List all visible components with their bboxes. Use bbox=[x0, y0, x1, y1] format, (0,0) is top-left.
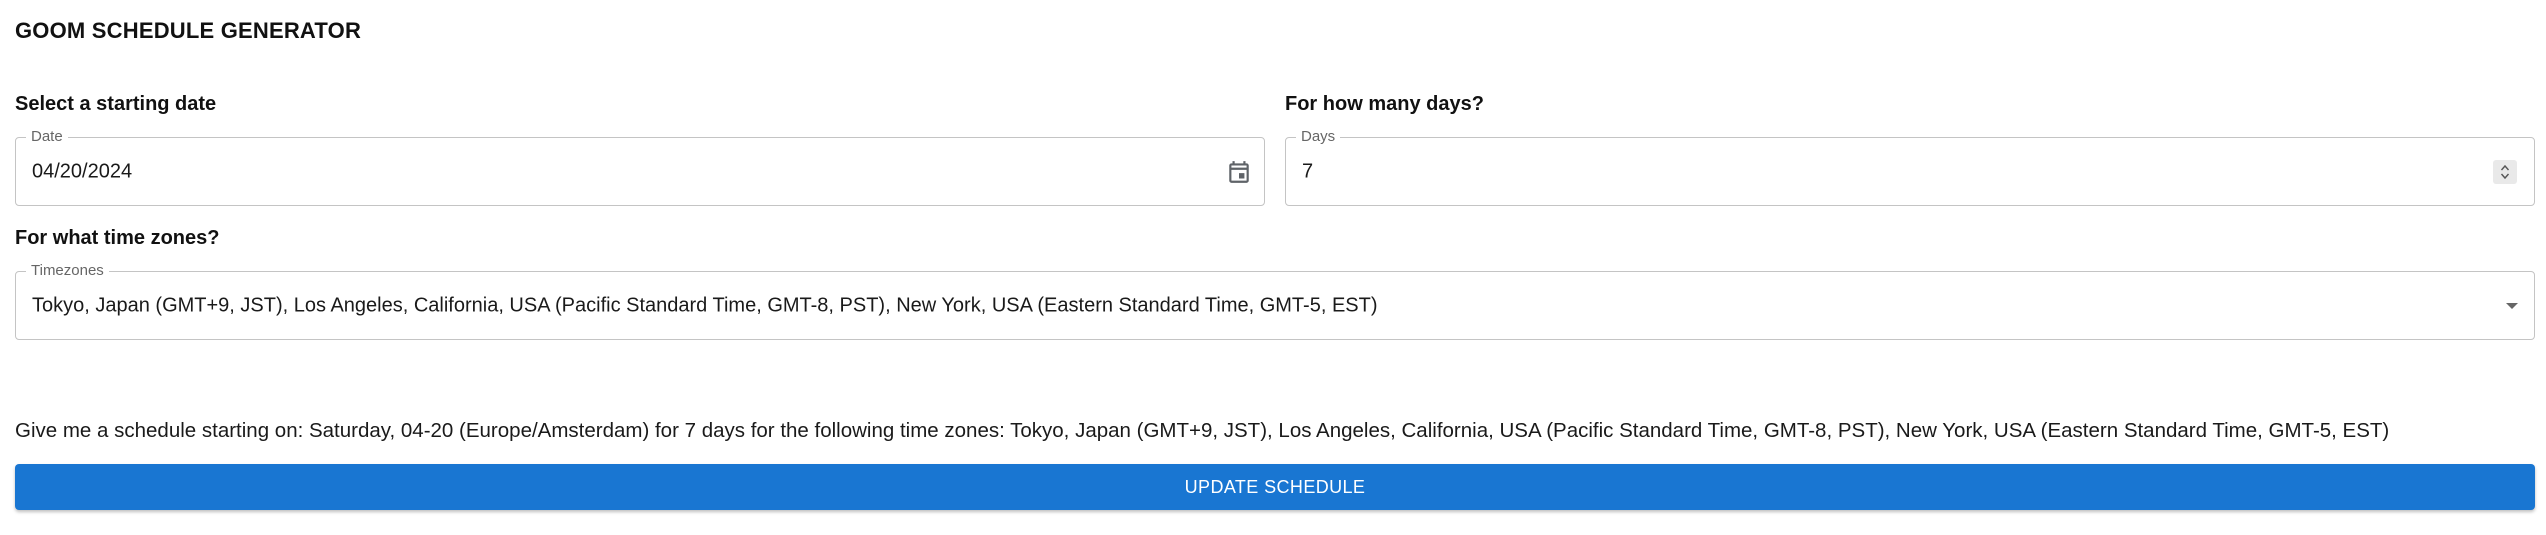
date-field-label: Date bbox=[26, 129, 68, 145]
update-schedule-button[interactable]: UPDATE SCHEDULE bbox=[15, 464, 2535, 510]
date-field[interactable]: Date 04/20/2024 bbox=[15, 129, 1265, 206]
timezones-select[interactable]: Timezones Tokyo, Japan (GMT+9, JST), Los… bbox=[15, 263, 2535, 340]
timezones-selected-value: Tokyo, Japan (GMT+9, JST), Los Angeles, … bbox=[32, 294, 1378, 316]
number-stepper-icon[interactable] bbox=[2493, 159, 2517, 184]
dropdown-arrow-icon[interactable] bbox=[2504, 301, 2520, 311]
timezones-field-label: Timezones bbox=[26, 263, 109, 279]
schedule-generator-page: GOOM SCHEDULE GENERATOR Select a startin… bbox=[0, 0, 2546, 535]
calendar-icon[interactable] bbox=[1226, 159, 1252, 185]
timezones-section-label: For what time zones? bbox=[15, 227, 220, 249]
days-field-label: Days bbox=[1296, 129, 1341, 145]
start-date-section-label: Select a starting date bbox=[15, 93, 217, 115]
schedule-summary-text: Give me a schedule starting on: Saturday… bbox=[15, 419, 2390, 442]
app-title: GOOM SCHEDULE GENERATOR bbox=[15, 18, 362, 43]
date-input[interactable]: 04/20/2024 bbox=[32, 160, 132, 183]
days-input[interactable]: 7 bbox=[1302, 160, 1313, 183]
days-section-label: For how many days? bbox=[1285, 93, 1484, 115]
days-field[interactable]: Days 7 bbox=[1285, 129, 2535, 206]
